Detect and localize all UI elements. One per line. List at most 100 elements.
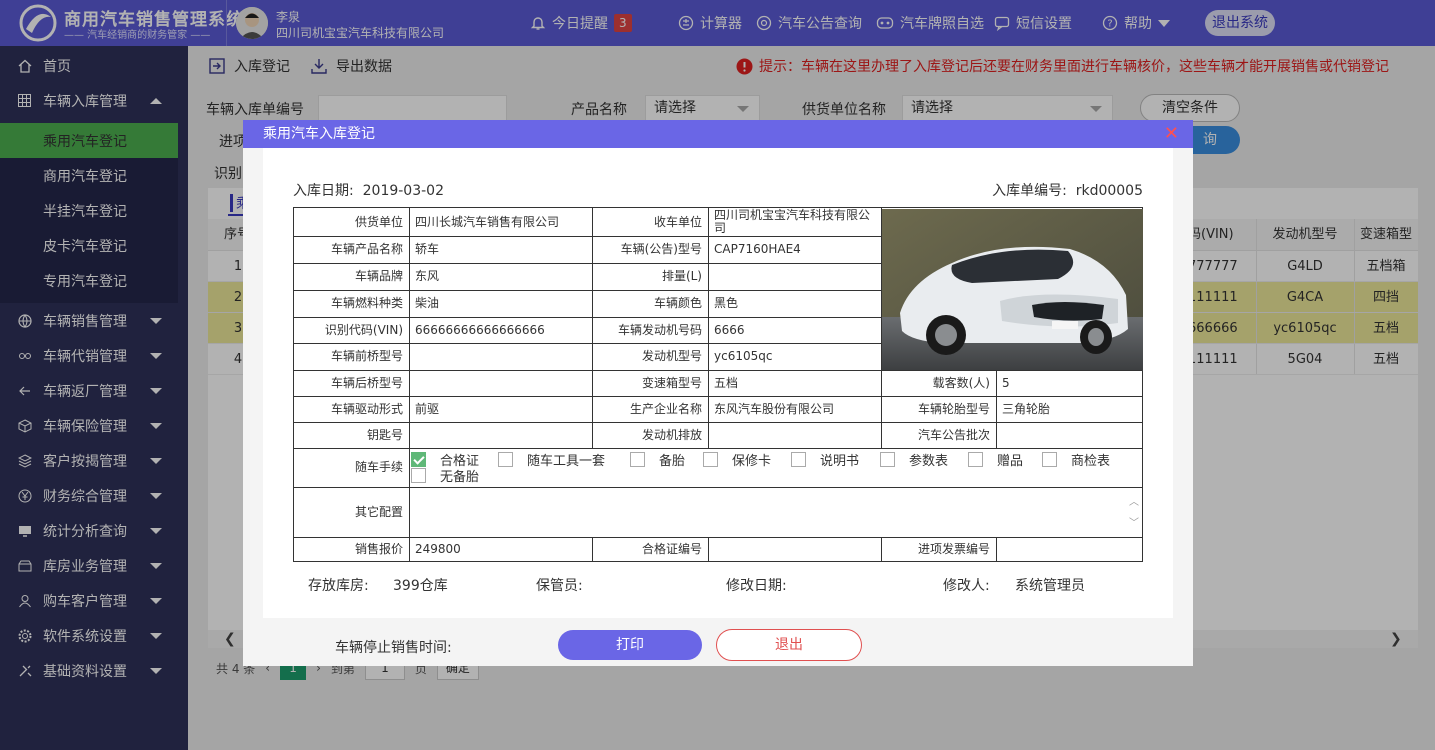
- check-label: 赠品: [997, 454, 1024, 469]
- front-axle-field[interactable]: [410, 343, 592, 370]
- checkbox[interactable]: [411, 452, 426, 467]
- check-label: 随车工具一套: [527, 454, 606, 469]
- exit-button[interactable]: 退出: [716, 629, 862, 661]
- checkbox[interactable]: [630, 452, 645, 467]
- key-no-label: 钥匙号: [366, 428, 403, 442]
- key-no-field[interactable]: [410, 422, 592, 448]
- seats-field[interactable]: 5: [997, 370, 1142, 396]
- modified-date-label: 修改日期:: [726, 578, 787, 594]
- checkbox[interactable]: [498, 452, 513, 467]
- check-label: 参数表: [909, 454, 949, 469]
- engine-no-field[interactable]: 6666: [709, 317, 881, 343]
- stock-date-label: 入库日期:: [293, 183, 354, 199]
- vehicle-photo: [882, 209, 1143, 371]
- maker-label: 生产企业名称: [629, 402, 702, 416]
- stock-order-no: 入库单编号: rkd00005: [992, 180, 1143, 200]
- stock-order-no-value: rkd00005: [1075, 183, 1143, 199]
- docs-label: 随车手续: [354, 460, 403, 474]
- supplier-label: 供货单位: [354, 215, 403, 229]
- drive-field[interactable]: 前驱: [410, 396, 592, 422]
- check-toolkit[interactable]: 随车工具一套: [498, 450, 605, 469]
- invoice-no-field[interactable]: [997, 537, 1142, 561]
- row-divider: [294, 448, 1142, 449]
- engine-no-label: 车辆发动机号码: [617, 323, 702, 337]
- color-label: 车辆颜色: [653, 296, 702, 310]
- emission-label: 发动机排放: [641, 428, 702, 442]
- batch-field[interactable]: [997, 422, 1142, 448]
- price-label: 销售报价: [354, 542, 403, 556]
- keeper-label: 保管员:: [536, 578, 583, 594]
- check-no-spare-tire[interactable]: 无备胎: [411, 466, 479, 485]
- model-field[interactable]: CAP7160HAE4: [709, 236, 881, 263]
- check-label: 商检表: [1071, 454, 1111, 469]
- displacement-field[interactable]: [709, 263, 881, 290]
- vin-field[interactable]: 66666666666666666: [410, 317, 592, 343]
- gearbox-field[interactable]: 五档: [709, 370, 881, 396]
- stock-order-no-label: 入库单编号:: [992, 183, 1067, 199]
- supplier-field[interactable]: 四川长城汽车销售有限公司: [410, 208, 592, 236]
- modifier-label: 修改人:: [943, 578, 990, 594]
- tire-label: 车辆轮胎型号: [917, 402, 990, 416]
- fuel-field[interactable]: 柴油: [410, 290, 592, 317]
- engine-model-label: 发动机型号: [641, 349, 702, 363]
- other-config-textarea[interactable]: [410, 487, 1124, 533]
- dialog-header: 乘用汽车入库登记 ✕: [243, 120, 1193, 148]
- displacement-label: 排量(L): [661, 269, 702, 283]
- close-icon[interactable]: ✕: [1164, 120, 1179, 148]
- engine-model-field[interactable]: yc6105qc: [709, 343, 881, 370]
- rear-axle-field[interactable]: [410, 370, 592, 396]
- dialog-body: 入库日期: 2019-03-02 入库单编号: rkd00005 供货单位 四川…: [263, 148, 1173, 618]
- check-gift[interactable]: 赠品: [968, 450, 1023, 469]
- cert-no-field[interactable]: [709, 537, 881, 561]
- check-manual[interactable]: 说明书: [791, 450, 859, 469]
- checkbox[interactable]: [791, 452, 806, 467]
- price-field[interactable]: 249800: [410, 537, 592, 561]
- check-inspection-sheet[interactable]: 商检表: [1042, 450, 1110, 469]
- vin-label: 识别代码(VIN): [324, 323, 403, 337]
- check-warranty-card[interactable]: 保修卡: [703, 450, 771, 469]
- check-label: 保修卡: [732, 454, 772, 469]
- batch-label: 汽车公告批次: [917, 428, 990, 442]
- front-axle-label: 车辆前桥型号: [330, 349, 403, 363]
- dialog-title: 乘用汽车入库登记: [263, 126, 375, 142]
- print-button[interactable]: 打印: [558, 630, 702, 660]
- gearbox-label: 变速箱型号: [641, 376, 702, 390]
- other-config-label: 其它配置: [354, 505, 403, 519]
- check-label: 备胎: [659, 454, 686, 469]
- stop-sale-label: 车辆停止销售时间:: [335, 640, 452, 656]
- checkbox[interactable]: [968, 452, 983, 467]
- drive-label: 车辆驱动形式: [330, 402, 403, 416]
- checkbox[interactable]: [880, 452, 895, 467]
- emission-field[interactable]: [709, 422, 881, 448]
- receiver-label: 收车单位: [653, 215, 702, 229]
- model-label: 车辆(公告)型号: [620, 242, 702, 256]
- cert-no-label: 合格证编号: [641, 542, 702, 556]
- fuel-label: 车辆燃料种类: [330, 296, 403, 310]
- checkbox[interactable]: [1042, 452, 1057, 467]
- tire-field[interactable]: 三角轮胎: [997, 396, 1142, 422]
- check-label: 无备胎: [440, 470, 480, 485]
- check-spec-sheet[interactable]: 参数表: [880, 450, 948, 469]
- seats-label: 载客数(人): [932, 376, 990, 390]
- vehicle-form-table: 供货单位 四川长城汽车销售有限公司 收车单位 四川司机宝宝汽车科技有限公司车辆产品名称…: [293, 207, 1143, 562]
- modifier-value: 系统管理员: [1015, 578, 1085, 594]
- brand-label: 车辆品牌: [354, 269, 403, 283]
- check-spare-tire[interactable]: 备胎: [630, 450, 685, 469]
- textarea-scroll-up-icon[interactable]: ︿: [1129, 493, 1139, 508]
- warehouse-label: 存放库房:: [308, 578, 369, 594]
- check-label: 说明书: [820, 454, 860, 469]
- textarea-scroll-down-icon[interactable]: ﹀: [1129, 514, 1139, 529]
- warehouse-value: 399仓库: [393, 578, 448, 594]
- stock-date: 入库日期: 2019-03-02: [293, 180, 444, 200]
- stock-in-dialog: 乘用汽车入库登记 ✕ 入库日期: 2019-03-02 入库单编号: rkd00…: [243, 120, 1193, 666]
- rear-axle-label: 车辆后桥型号: [330, 376, 403, 390]
- product-field[interactable]: 轿车: [410, 236, 592, 263]
- checkbox[interactable]: [411, 468, 426, 483]
- checkbox[interactable]: [703, 452, 718, 467]
- brand-field[interactable]: 东风: [410, 263, 592, 290]
- invoice-no-label: 进项发票编号: [917, 542, 990, 556]
- receiver-field[interactable]: 四川司机宝宝汽车科技有限公司: [709, 208, 881, 236]
- maker-field[interactable]: 东风汽车股份有限公司: [709, 396, 881, 422]
- color-field[interactable]: 黑色: [709, 290, 881, 317]
- product-label: 车辆产品名称: [330, 242, 403, 256]
